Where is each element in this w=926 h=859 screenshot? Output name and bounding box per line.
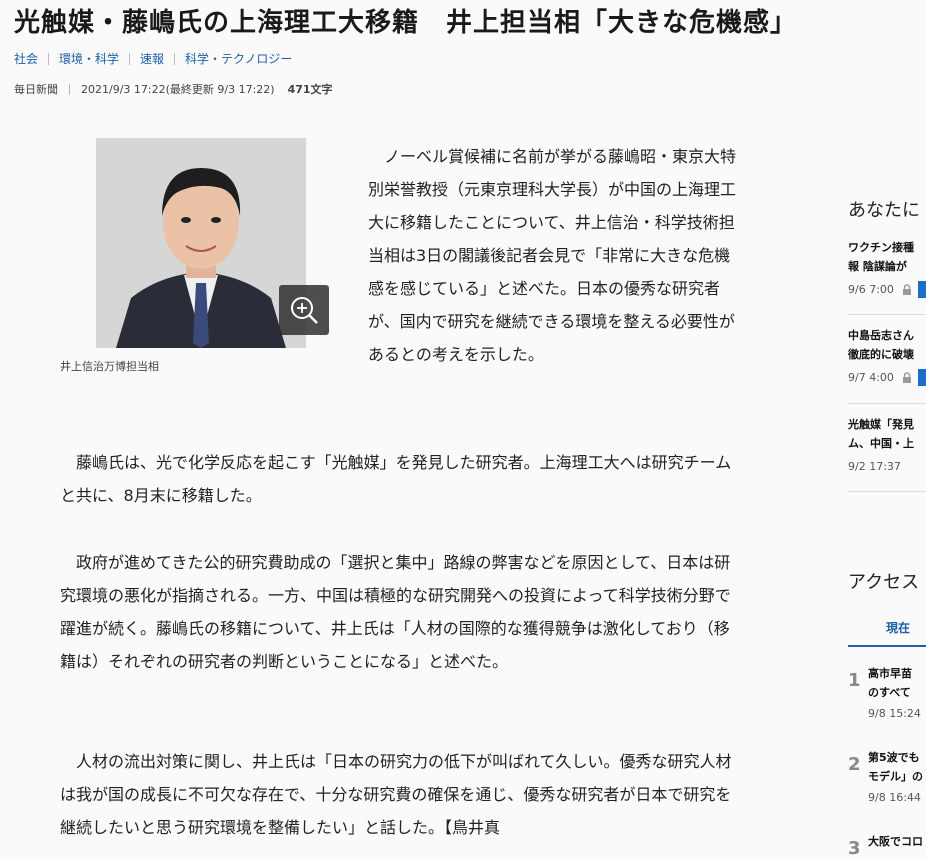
article-paragraph: 藤嶋氏は、光で化学反応を起こす「光触媒」を発見した研究者。上海理工大へは研究チー… xyxy=(60,453,732,505)
source-label: 毎日新聞 xyxy=(14,83,58,96)
recommend-item-title: 光触媒「発見 ム、中国・上 xyxy=(848,418,914,450)
article-meta: 毎日新聞 2021/9/3 17:22(最終更新 9/3 17:22) 471文… xyxy=(14,81,333,97)
article-paragraph: 人材の流出対策に関し、井上氏は「日本の研究力の低下が叫ばれて久しい。優秀な研究人… xyxy=(60,752,732,837)
ranking-number: 2 xyxy=(848,754,861,775)
ranking-time: 9/8 15:24 xyxy=(868,707,921,720)
ranking-item[interactable]: 2 第5波でも モデル」の 9/8 16:44 xyxy=(848,748,926,807)
ranking-number: 1 xyxy=(848,670,861,691)
tag-breaking[interactable]: 速報 xyxy=(140,50,164,67)
lock-icon xyxy=(902,372,911,383)
recommend-item-time: 9/7 4:00 xyxy=(848,371,894,384)
lock-icon xyxy=(902,284,911,295)
tag-science-technology[interactable]: 科学・テクノロジー xyxy=(185,50,292,67)
premium-badge xyxy=(917,281,926,298)
recommend-item[interactable]: ワクチン接種 報 陰謀論が 9/6 7:00 xyxy=(848,238,926,299)
tag-environment-science[interactable]: 環境・科学 xyxy=(59,50,119,67)
recommend-item-meta: 9/2 17:37 xyxy=(848,457,926,476)
tag-society[interactable]: 社会 xyxy=(14,50,38,67)
divider xyxy=(848,314,926,315)
recommend-item-meta: 9/6 7:00 xyxy=(848,280,926,299)
ranking-number: 3 xyxy=(848,838,861,859)
recommend-item-time: 9/2 17:37 xyxy=(848,460,901,473)
recommend-item-title: ワクチン接種 報 陰謀論が xyxy=(848,241,914,273)
recommend-item-title: 中島岳志さん 徹底的に破壊 xyxy=(848,329,914,361)
ranking-title: 第5波でも モデル」の xyxy=(868,751,923,783)
tab-current[interactable]: 現在 xyxy=(848,619,926,636)
article-tags: 社会 環境・科学 速報 科学・テクノロジー xyxy=(14,50,292,67)
divider xyxy=(69,83,70,95)
recommend-item-time: 9/6 7:00 xyxy=(848,283,894,296)
char-count: 471文字 xyxy=(287,83,333,96)
article-paragraph: 政府が進めてきた公的研究費助成の「選択と集中」路線の弊害などを原因として、日本は… xyxy=(60,553,731,671)
recommend-heading: あなたに xyxy=(848,200,920,221)
recommend-item[interactable]: 中島岳志さん 徹底的に破壊 9/7 4:00 xyxy=(848,326,926,387)
divider xyxy=(48,52,50,65)
divider xyxy=(129,52,131,65)
ranking-title: 大阪でコロ xyxy=(868,835,923,848)
recommend-item[interactable]: 光触媒「発見 ム、中国・上 9/2 17:37 xyxy=(848,415,926,476)
divider xyxy=(848,491,926,492)
ranking-item[interactable]: 1 高市早苗 のすべて 9/8 15:24 xyxy=(848,664,926,723)
photo-caption: 井上信治万博担当相 xyxy=(60,360,159,373)
zoom-button[interactable] xyxy=(279,285,329,335)
divider xyxy=(174,52,176,65)
premium-badge xyxy=(917,369,926,386)
ranking-heading: アクセス xyxy=(848,572,920,593)
ranking-time: 9/8 16:44 xyxy=(868,791,921,804)
portrait-image xyxy=(96,138,306,348)
article-photo[interactable] xyxy=(96,138,306,348)
article-paragraph: ノーベル賞候補に名前が挙がる藤嶋昭・東京大特別栄誉教授（元東京理科大学長）が中国… xyxy=(368,147,737,364)
divider xyxy=(848,403,926,404)
publish-date: 2021/9/3 17:22(最終更新 9/3 17:22) xyxy=(81,83,275,96)
zoom-icon xyxy=(291,297,318,324)
ranking-title: 高市早苗 のすべて xyxy=(868,667,912,699)
article-title: 光触媒・藤嶋氏の上海理工大移籍 井上担当相「大きな危機感」 xyxy=(14,8,798,38)
ranking-item[interactable]: 3 大阪でコロ xyxy=(848,832,926,859)
tab-indicator xyxy=(848,645,926,647)
recommend-item-meta: 9/7 4:00 xyxy=(848,368,926,387)
